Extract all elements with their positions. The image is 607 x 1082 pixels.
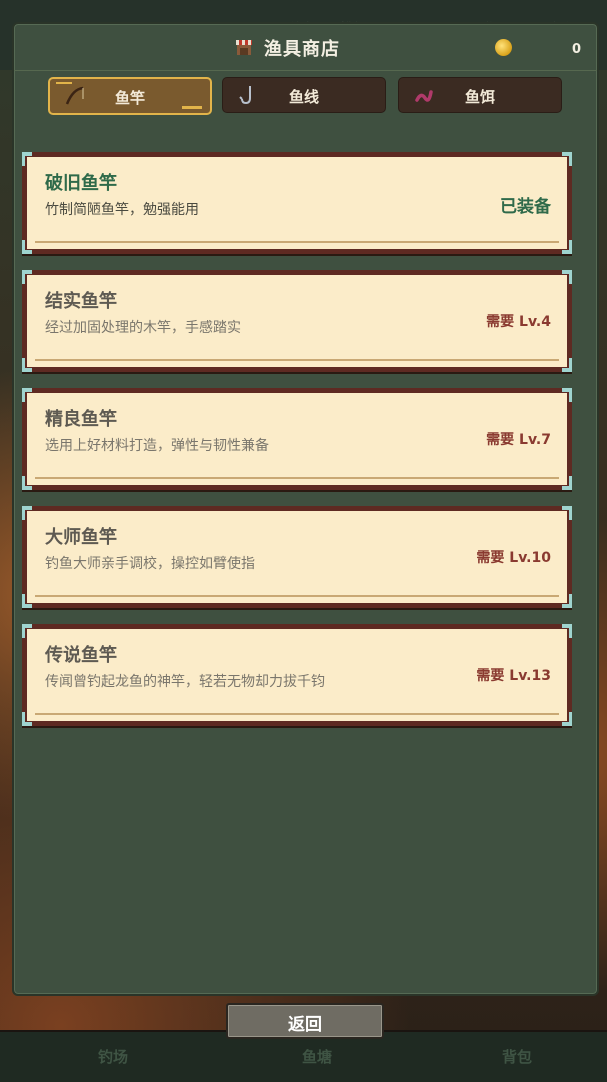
nav-item-fish-pond: 鱼塘 bbox=[302, 1048, 333, 1066]
item-name: 破旧鱼竿 bbox=[45, 173, 117, 194]
level-requirement: 需要 Lv.13 bbox=[476, 668, 551, 684]
shop-header: 渔具商店 0 bbox=[14, 24, 597, 71]
level-requirement: 需要 Lv.7 bbox=[486, 432, 551, 448]
shop-stall-icon bbox=[236, 40, 252, 55]
tab-decoration bbox=[182, 106, 202, 109]
item-name: 大师鱼竿 bbox=[45, 527, 117, 548]
card-divider bbox=[35, 595, 559, 597]
tab-fishing-rod[interactable]: 鱼竿 bbox=[48, 77, 212, 115]
tab-label: 鱼线 bbox=[288, 88, 319, 106]
tab-label: 鱼竿 bbox=[114, 89, 145, 107]
item-card-rod-2[interactable]: 结实鱼竿 经过加固处理的木竿，手感踏实 需要 Lv.4 bbox=[22, 270, 572, 372]
tab-label: 鱼饵 bbox=[464, 88, 495, 106]
item-name: 结实鱼竿 bbox=[45, 291, 117, 312]
level-requirement: 需要 Lv.10 bbox=[476, 550, 551, 566]
card-divider bbox=[35, 359, 559, 361]
back-button-label: 返回 bbox=[288, 1015, 322, 1035]
level-requirement: 需要 Lv.4 bbox=[486, 314, 551, 330]
card-divider bbox=[35, 477, 559, 479]
item-card-rod-5[interactable]: 传说鱼竿 传闻曾钓起龙鱼的神竿，轻若无物却力拔千钧 需要 Lv.13 bbox=[22, 624, 572, 726]
gold-coin-icon bbox=[495, 39, 512, 56]
item-card-rod-4[interactable]: 大师鱼竿 钓鱼大师亲手调校，操控如臂使指 需要 Lv.10 bbox=[22, 506, 572, 608]
item-name: 传说鱼竿 bbox=[45, 645, 117, 666]
nav-item-backpack: 背包 bbox=[502, 1048, 533, 1066]
tab-decoration bbox=[56, 82, 72, 84]
card-divider bbox=[35, 241, 559, 243]
back-button[interactable]: 返回 bbox=[226, 1003, 384, 1039]
shop-title: 渔具商店 bbox=[264, 39, 340, 60]
item-card-rod-1[interactable]: 破旧鱼竿 竹制简陋鱼竿，勉强能用 已装备 bbox=[22, 152, 572, 254]
item-name: 精良鱼竿 bbox=[45, 409, 117, 430]
tab-bait[interactable]: 鱼饵 bbox=[398, 77, 562, 113]
equipped-status: 已装备 bbox=[500, 197, 551, 217]
item-description: 传闻曾钓起龙鱼的神竿，轻若无物却力拔千钧 bbox=[45, 674, 325, 690]
item-card-rod-3[interactable]: 精良鱼竿 选用上好材料打造，弹性与韧性兼备 需要 Lv.7 bbox=[22, 388, 572, 490]
card-divider bbox=[35, 713, 559, 715]
item-description: 选用上好材料打造，弹性与韧性兼备 bbox=[45, 438, 269, 454]
tab-fishing-line[interactable]: 鱼线 bbox=[222, 77, 386, 113]
coin-count: 0 bbox=[572, 42, 582, 57]
item-description: 竹制简陋鱼竿，勉强能用 bbox=[45, 202, 199, 218]
item-description: 钓鱼大师亲手调校，操控如臂使指 bbox=[45, 556, 255, 572]
item-description: 经过加固处理的木竿，手感踏实 bbox=[45, 320, 241, 336]
nav-item-fishing-spot: 钓场 bbox=[98, 1048, 129, 1066]
